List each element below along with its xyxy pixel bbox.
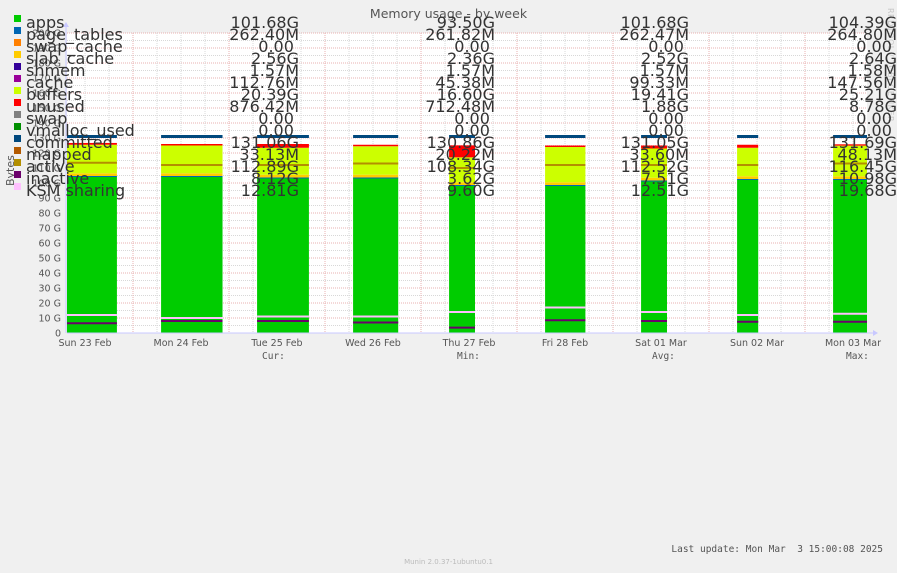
legend-swatch xyxy=(14,135,21,142)
y-tick-label: 40 G xyxy=(39,269,61,280)
legend-swatch xyxy=(14,75,21,82)
legend-row: slab_cache 2.56G 2.36G 2.52G 2.64G xyxy=(0,49,897,68)
x-tick-label: Tue 25 Feb xyxy=(250,338,302,349)
last-update: Last update: Mon Mar 3 15:00:08 2025 xyxy=(671,544,883,555)
legend-row: shmem 1.57M 1.57M 1.57M 1.58M xyxy=(0,61,897,80)
legend-swatch xyxy=(14,183,21,190)
bar-apps xyxy=(641,181,667,333)
y-tick-label: 60 G xyxy=(39,239,61,250)
x-tick-label: Fri 28 Feb xyxy=(542,338,588,349)
legend-swatch xyxy=(14,15,21,22)
legend-header-min: Min: xyxy=(457,351,480,362)
bar-apps xyxy=(545,186,586,333)
legend-row: active 112.89G 108.34G 112.52G 116.45G xyxy=(0,157,897,176)
legend-row: cache 112.76M 45.38M 99.33M 147.56M xyxy=(0,73,897,92)
x-axis-arrow xyxy=(873,330,878,336)
legend-header-cur: Cur: xyxy=(262,351,285,362)
legend-swatch xyxy=(14,51,21,58)
x-tick-label: Sun 23 Feb xyxy=(58,338,111,349)
legend-row: swap 0.00 0.00 0.00 0.00 xyxy=(0,109,897,128)
x-tick-label: Wed 26 Feb xyxy=(345,338,401,349)
legend-row: inactive 8.12G 3.62G 7.51G 10.98G xyxy=(0,169,897,188)
legend-swatch xyxy=(14,99,21,106)
legend-series-name: KSM sharing xyxy=(26,181,126,200)
x-tick-label: Sat 01 Mar xyxy=(635,338,687,349)
y-tick-label: 10 G xyxy=(39,314,61,325)
legend-row: page_tables 262.40M 261.82M 262.47M 264.80M xyxy=(0,25,897,44)
legend-header-avg: Avg: xyxy=(652,351,675,362)
legend-value-avg: 12.51G xyxy=(630,181,689,200)
y-tick-label: 80 G xyxy=(39,209,61,220)
legend-row: unused 876.42M 712.48M 1.88G 8.78G xyxy=(0,97,897,116)
x-tick-label: Mon 24 Feb xyxy=(154,338,209,349)
bar-apps xyxy=(449,186,475,333)
legend-row: apps 101.68G 93.50G 101.68G 104.39G xyxy=(0,13,897,32)
legend-value-cur: 12.81G xyxy=(240,181,299,200)
bar-apps xyxy=(737,180,759,333)
bar-apps xyxy=(161,177,223,333)
legend-row: buffers 20.39G 16.60G 19.41G 25.21G xyxy=(0,85,897,104)
munin-version: Munin 2.0.37-1ubuntu0.1 xyxy=(404,558,493,566)
bar-apps xyxy=(353,178,399,333)
y-tick-label: 70 G xyxy=(39,224,61,235)
legend-value-min: 9.60G xyxy=(446,181,495,200)
bar-apps xyxy=(833,180,867,333)
legend-row: KSM sharing 12.81G 9.60G 12.51G 19.68G xyxy=(0,181,897,200)
legend-swatch xyxy=(14,171,21,178)
legend-value-max: 19.68G xyxy=(838,181,897,200)
x-tick-label: Mon 03 Mar xyxy=(825,338,881,349)
legend-row: mapped 33.13M 20.22M 33.60M 48.13M xyxy=(0,145,897,164)
y-tick-label: 20 G xyxy=(39,299,61,310)
legend-swatch xyxy=(14,159,21,166)
legend-swatch xyxy=(14,111,21,118)
y-tick-label: 30 G xyxy=(39,284,61,295)
legend-row: committed 131.06G 130.86G 131.05G 131.69G xyxy=(0,133,897,152)
x-tick-label: Thu 27 Feb xyxy=(442,338,496,349)
bar-apps xyxy=(257,178,309,333)
x-tick-label: Sun 02 Mar xyxy=(730,338,784,349)
legend-swatch xyxy=(14,147,21,154)
legend-swatch xyxy=(14,87,21,94)
legend-swatch xyxy=(14,39,21,46)
legend-swatch xyxy=(14,123,21,130)
legend-row: vmalloc_used 0.00 0.00 0.00 0.00 xyxy=(0,121,897,140)
bar-apps xyxy=(67,177,117,333)
legend-swatch xyxy=(14,27,21,34)
legend-row: swap_cache 0.00 0.00 0.00 0.00 xyxy=(0,37,897,56)
legend-swatch xyxy=(14,63,21,70)
y-tick-label: 50 G xyxy=(39,254,61,265)
legend-header-max: Max: xyxy=(846,351,869,362)
